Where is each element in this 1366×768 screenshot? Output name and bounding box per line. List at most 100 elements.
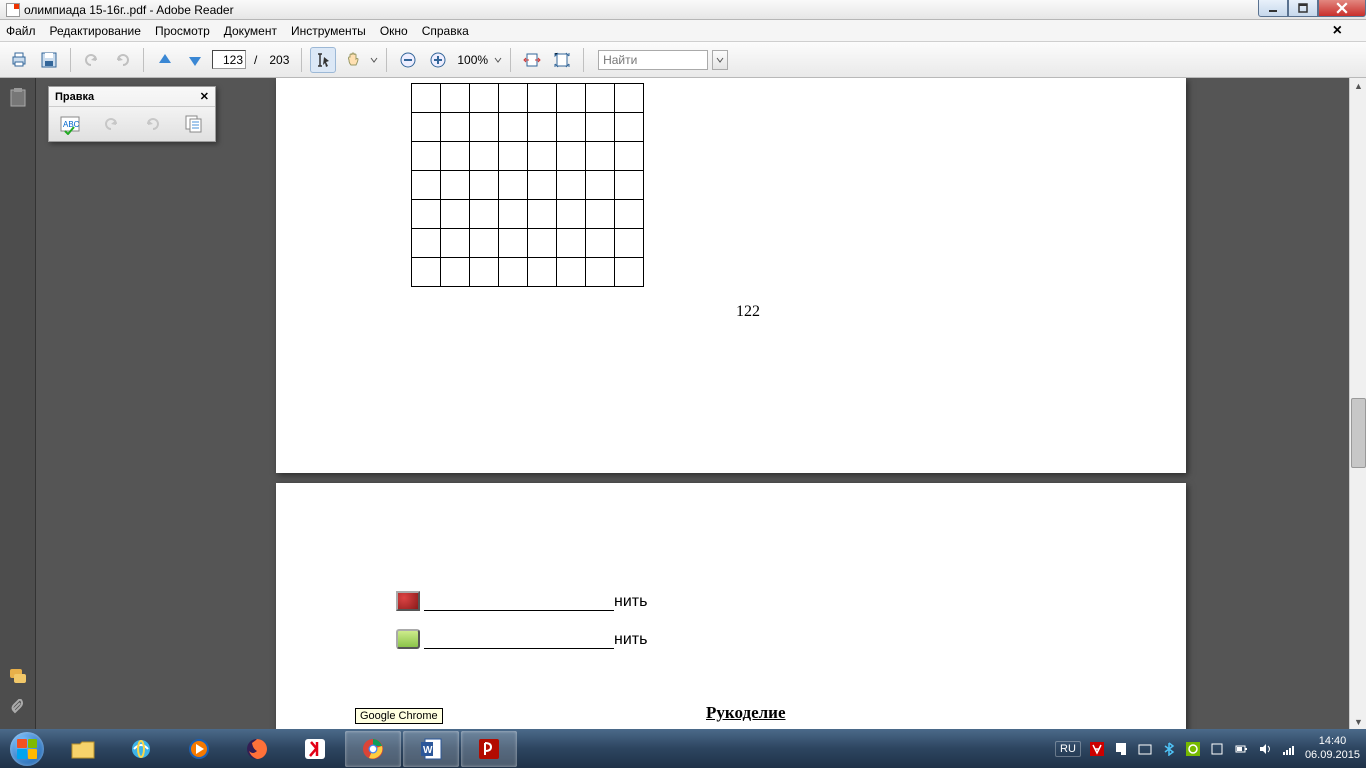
fit-width-button[interactable] [519,47,545,73]
chrome-icon [361,737,385,761]
find-dropdown[interactable] [712,50,728,70]
select-tool-button[interactable] [310,47,336,73]
tray-clock[interactable]: 14:40 06.09.2015 [1305,735,1360,761]
find-placeholder: Найти [603,53,637,67]
grid-figure [411,83,644,287]
toolbar: / 203 100% Найти [0,42,1366,78]
start-button[interactable] [0,729,54,768]
page-separator: / [254,53,257,67]
menu-help[interactable]: Справка [422,24,469,38]
redo-icon[interactable] [142,114,162,134]
chevron-down-icon[interactable] [370,51,378,69]
tray-misc-icon[interactable] [1209,741,1225,757]
undo-icon [83,51,101,69]
taskbar-yandex[interactable] [287,731,343,767]
menu-edit[interactable]: Редактирование [50,24,141,38]
redo-icon [113,51,131,69]
blank-underline [424,633,614,649]
tray-time: 14:40 [1305,735,1360,748]
float-panel-close[interactable]: ✕ [200,90,209,103]
taskbar-firefox[interactable] [229,731,285,767]
menu-tools[interactable]: Инструменты [291,24,366,38]
copy-icon[interactable] [183,113,205,135]
page-number-input[interactable] [212,50,246,69]
comments-icon[interactable] [8,667,28,687]
action-center-icon[interactable] [1113,741,1129,757]
close-document-button[interactable]: × [1333,22,1342,40]
menubar: Файл Редактирование Просмотр Документ Ин… [0,20,1366,42]
close-button[interactable] [1318,0,1366,17]
menu-window[interactable]: Окно [380,24,408,38]
save-button[interactable] [36,47,62,73]
next-page-button[interactable] [182,47,208,73]
separator [583,48,584,72]
scroll-down-button[interactable]: ▼ [1351,714,1366,729]
taskbar-word[interactable]: W [403,731,459,767]
hand-tool-button[interactable] [340,47,366,73]
document-viewer[interactable]: 122 нить нить Рукоделие 8. Назовите стеж… [36,78,1366,729]
print-button[interactable] [6,47,32,73]
menu-file[interactable]: Файл [6,24,36,38]
separator [301,48,302,72]
fit-page-icon [553,51,571,69]
taskbar-ie[interactable] [113,731,169,767]
thread-label: нить [614,631,647,649]
close-icon [1336,2,1348,14]
separator [510,48,511,72]
float-panel-title: Правка [55,91,94,103]
find-input[interactable]: Найти [598,50,708,70]
bluetooth-icon[interactable] [1161,741,1177,757]
volume-icon[interactable] [1257,741,1273,757]
vertical-scrollbar[interactable]: ▲ ▼ [1349,78,1366,729]
zoom-out-button[interactable] [395,47,421,73]
clipboard-icon[interactable] [8,88,28,108]
redo-button[interactable] [109,47,135,73]
taskbar-chrome[interactable] [345,731,401,767]
save-icon [40,51,58,69]
chevron-down-icon[interactable] [494,51,502,69]
windows-logo-icon [10,732,44,766]
separator [143,48,144,72]
language-indicator[interactable]: RU [1055,741,1081,757]
maximize-icon [1298,3,1308,13]
spellcheck-icon[interactable]: ABC [59,113,81,135]
thread-label: нить [614,593,647,611]
prev-page-button[interactable] [152,47,178,73]
network-icon[interactable] [1281,741,1297,757]
firefox-icon [245,737,269,761]
navigation-rail [0,78,36,729]
float-panel-titlebar[interactable]: Правка ✕ [49,87,215,107]
taskbar-mediaplayer[interactable] [171,731,227,767]
svg-text:ABC: ABC [63,120,80,129]
power-icon[interactable] [1233,741,1249,757]
adobe-reader-icon [477,737,501,761]
window-controls [1258,0,1366,17]
maximize-button[interactable] [1288,0,1318,17]
edit-float-panel[interactable]: Правка ✕ ABC [48,86,216,142]
fit-width-icon [523,51,541,69]
thread-row-red: нить [396,591,647,611]
kaspersky-icon[interactable] [1089,741,1105,757]
zoom-out-icon [399,51,417,69]
minimize-button[interactable] [1258,0,1288,17]
attachments-icon[interactable] [8,699,28,719]
content-area: 122 нить нить Рукоделие 8. Назовите стеж… [0,78,1366,729]
menu-view[interactable]: Просмотр [155,24,210,38]
undo-icon[interactable] [102,114,122,134]
taskbar-explorer[interactable] [55,731,111,767]
pdf-page: 122 [276,78,1186,473]
taskbar-tooltip: Google Chrome [355,708,443,724]
separator [386,48,387,72]
tray-app-icon[interactable] [1137,741,1153,757]
fit-page-button[interactable] [549,47,575,73]
scroll-up-button[interactable]: ▲ [1351,78,1366,93]
zoom-in-button[interactable] [425,47,451,73]
scroll-thumb[interactable] [1351,398,1366,468]
yandex-icon [303,737,327,761]
menu-document[interactable]: Документ [224,24,277,38]
section-heading: Рукоделие [706,703,786,723]
undo-button[interactable] [79,47,105,73]
taskbar-adobe-reader[interactable] [461,731,517,767]
thread-row-green: нить [396,629,647,649]
nvidia-icon[interactable] [1185,741,1201,757]
